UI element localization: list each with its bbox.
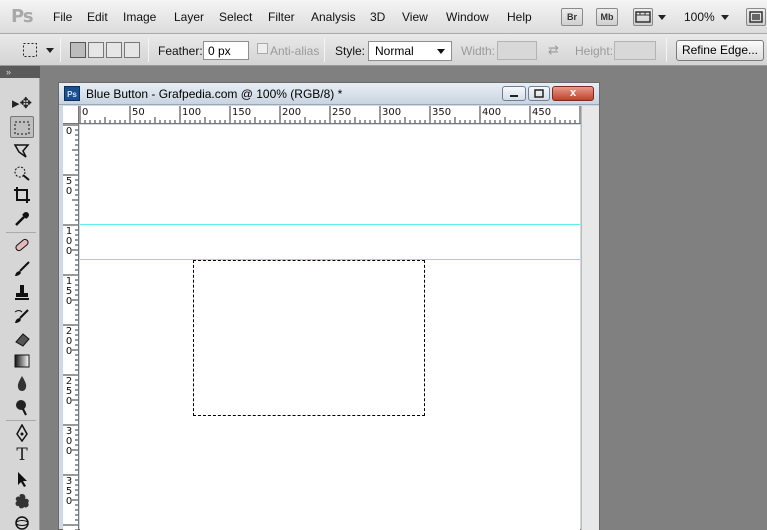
stamp-icon[interactable] — [10, 282, 34, 304]
ruler-v-label: 3 0 0 — [65, 426, 73, 457]
width-label: Width: — [461, 44, 496, 58]
tools-collapse-icon[interactable]: » — [0, 66, 40, 78]
shape-icon[interactable] — [10, 490, 34, 512]
new-selection-icon[interactable] — [70, 42, 86, 58]
horizontal-ruler-ticks — [79, 106, 581, 123]
menu-layer[interactable]: Layer — [174, 10, 204, 24]
arrange-documents-icon[interactable] — [633, 8, 653, 26]
menu-analysis[interactable]: Analysis — [311, 10, 356, 24]
zoom-level[interactable]: 100% — [684, 10, 715, 24]
zoom-dropdown-icon[interactable] — [721, 15, 729, 20]
vertical-scrollbar[interactable] — [581, 106, 599, 530]
brush-icon[interactable] — [10, 258, 34, 280]
ruler-v-label: 2 5 0 — [65, 376, 73, 407]
ruler-v-label: 1 5 0 — [65, 276, 73, 307]
ruler-v-label: 5 0 — [65, 176, 73, 197]
gradient-icon[interactable] — [10, 350, 34, 372]
ruler-h-label: 150 — [232, 107, 252, 118]
style-select[interactable]: Normal — [368, 41, 452, 61]
dodge-icon[interactable] — [10, 396, 34, 418]
refine-edge-button[interactable]: Refine Edge... — [676, 40, 764, 61]
menu-help[interactable]: Help — [507, 10, 532, 24]
crop-icon[interactable] — [10, 184, 34, 206]
ruler-h-label: 100 — [182, 107, 202, 118]
menu-window[interactable]: Window — [446, 10, 489, 24]
canvas[interactable] — [80, 125, 580, 530]
3d-icon[interactable] — [10, 512, 34, 530]
eraser-icon[interactable] — [10, 328, 34, 350]
horizontal-ruler[interactable]: 0 50 100 150 200 250 300 350 400 450 — [79, 106, 581, 124]
bridge-button[interactable]: Br — [561, 8, 583, 26]
menu-bar: Ps File Edit Image Layer Select Filter A… — [0, 0, 767, 34]
ruler-h-label: 350 — [432, 107, 452, 118]
style-value: Normal — [375, 44, 414, 58]
photoshop-logo: Ps — [11, 6, 34, 27]
menu-filter[interactable]: Filter — [268, 10, 295, 24]
horizontal-guide[interactable] — [80, 224, 580, 225]
mini-bridge-button[interactable]: Mb — [596, 8, 618, 26]
arrange-dropdown-icon[interactable] — [658, 15, 666, 20]
marquee-icon[interactable] — [10, 116, 34, 138]
pen-icon[interactable] — [10, 422, 34, 444]
ruler-v-label: 2 0 0 — [65, 326, 73, 357]
style-dropdown-icon — [437, 49, 445, 54]
blur-icon[interactable] — [10, 372, 34, 394]
intersect-selection-icon[interactable] — [124, 42, 140, 58]
tool-preset-icon[interactable] — [22, 42, 38, 61]
eyedropper-icon[interactable] — [10, 208, 34, 230]
close-icon[interactable]: x — [552, 86, 594, 101]
height-input[interactable] — [614, 41, 656, 60]
ruler-h-label: 250 — [332, 107, 352, 118]
tools-panel: » ▸✥ T — [0, 66, 40, 530]
subtract-from-selection-icon[interactable] — [106, 42, 122, 58]
ruler-v-label: 3 5 0 — [65, 476, 73, 507]
lasso-icon[interactable] — [10, 140, 34, 162]
ruler-h-label: 200 — [282, 107, 302, 118]
width-input[interactable] — [497, 41, 537, 60]
anti-alias-checkbox[interactable] — [257, 43, 268, 54]
menu-file[interactable]: File — [53, 10, 72, 24]
style-label: Style: — [335, 44, 366, 58]
ruler-h-label: 300 — [382, 107, 402, 118]
vertical-ruler[interactable]: 0 5 0 1 0 0 1 5 0 2 0 0 2 5 0 3 0 0 3 5 … — [63, 124, 79, 530]
maximize-icon[interactable] — [528, 86, 550, 101]
quick-select-icon[interactable] — [10, 162, 34, 184]
document-title: Blue Button - Grafpedia.com @ 100% (RGB/… — [86, 87, 343, 101]
minimize-icon[interactable] — [502, 86, 526, 101]
swap-dimensions-icon[interactable]: ⇄ — [548, 43, 559, 58]
screen-mode-icon[interactable] — [746, 8, 766, 26]
ruler-v-label: 0 — [65, 126, 73, 137]
move-icon[interactable]: ▸✥ — [10, 92, 34, 114]
menu-view[interactable]: View — [402, 10, 428, 24]
history-brush-icon[interactable] — [10, 306, 34, 328]
feather-label: Feather: — [158, 44, 203, 58]
type-icon[interactable]: T — [10, 444, 34, 466]
ruler-h-label: 450 — [532, 107, 552, 118]
anti-alias-label: Anti-alias — [270, 44, 320, 58]
ruler-h-label: 400 — [482, 107, 502, 118]
healing-icon[interactable] — [10, 234, 34, 256]
menu-select[interactable]: Select — [219, 10, 252, 24]
height-label: Height: — [575, 44, 614, 58]
document-window: Ps Blue Button - Grafpedia.com @ 100% (R… — [58, 82, 600, 530]
feather-input[interactable] — [203, 41, 249, 60]
ruler-origin[interactable] — [63, 106, 79, 124]
marquee-selection[interactable] — [193, 260, 425, 416]
tool-preset-dropdown-icon[interactable] — [46, 48, 54, 53]
ruler-h-label: 50 — [132, 107, 145, 118]
menu-image[interactable]: Image — [123, 10, 156, 24]
ruler-h-label: 0 — [82, 107, 89, 118]
ruler-v-label: 1 0 0 — [65, 226, 73, 257]
path-select-icon[interactable] — [10, 468, 34, 490]
menu-3d[interactable]: 3D — [370, 10, 385, 24]
document-titlebar[interactable]: Ps Blue Button - Grafpedia.com @ 100% (R… — [59, 83, 599, 105]
ps-document-icon: Ps — [64, 86, 80, 101]
add-to-selection-icon[interactable] — [88, 42, 104, 58]
menu-edit[interactable]: Edit — [87, 10, 108, 24]
